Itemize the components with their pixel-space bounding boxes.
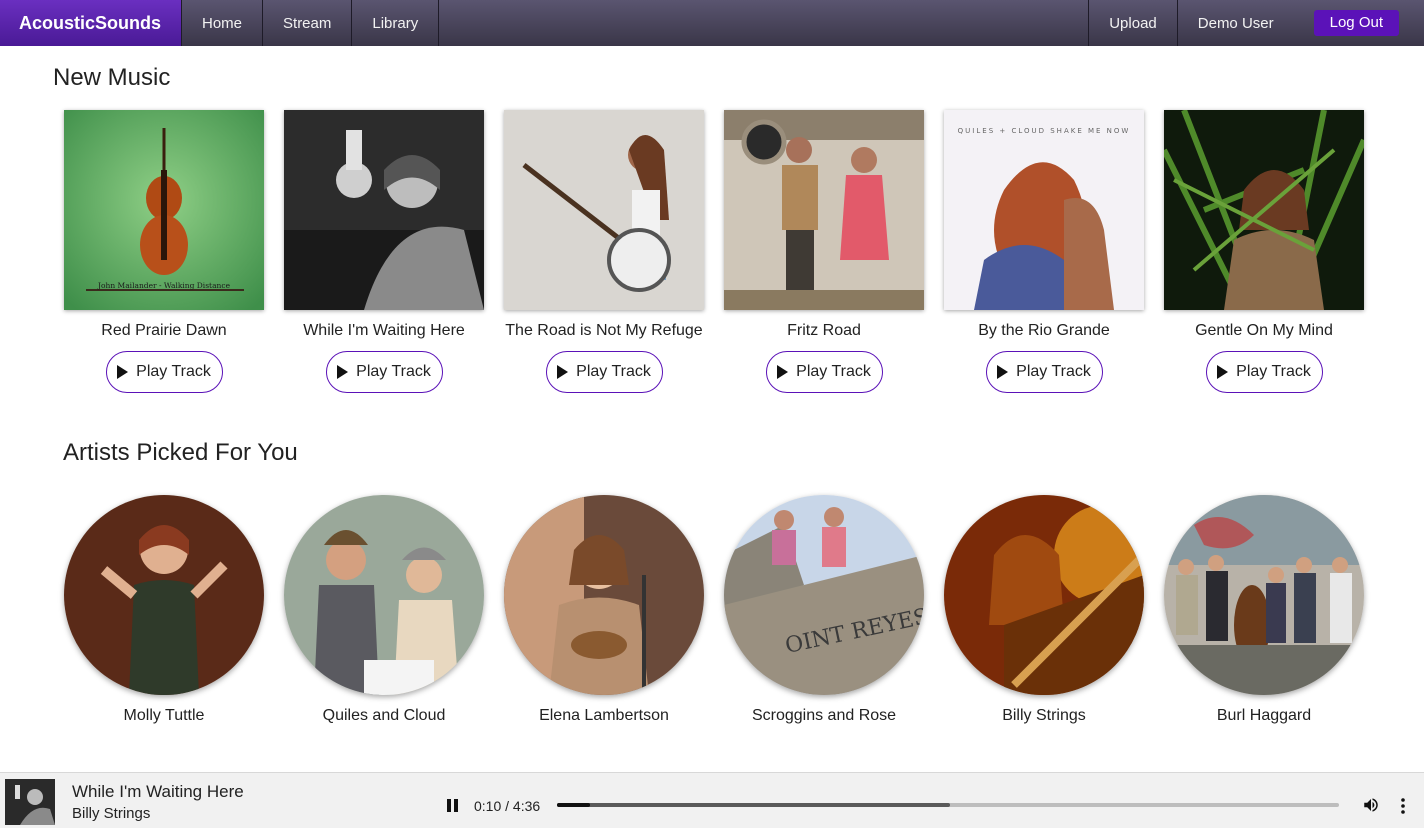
artist-card: Quiles and Cloud: [284, 495, 484, 725]
play-icon: [557, 365, 569, 379]
play-icon: [777, 365, 789, 379]
play-track-button[interactable]: Play Track: [985, 351, 1103, 393]
track-cover[interactable]: [504, 110, 704, 310]
track-title[interactable]: Fritz Road: [787, 322, 861, 340]
logout-button[interactable]: Log Out: [1313, 10, 1399, 36]
play-icon: [117, 365, 129, 379]
cover-text: QUILES + CLOUD SHAKE ME NOW: [958, 127, 1131, 135]
artist-avatar[interactable]: [284, 495, 484, 695]
artist-avatar[interactable]: [1164, 495, 1364, 695]
artists-heading: Artists Picked For You: [63, 439, 298, 466]
play-track-button[interactable]: Play Track: [765, 351, 883, 393]
track-title[interactable]: Gentle On My Mind: [1195, 322, 1333, 340]
play-icon: [997, 365, 1009, 379]
track-cover[interactable]: [1164, 110, 1364, 310]
new-music-heading: New Music: [53, 64, 171, 91]
artist-name[interactable]: Quiles and Cloud: [323, 707, 446, 725]
track-title[interactable]: While I'm Waiting Here: [303, 322, 465, 340]
play-icon: [337, 365, 349, 379]
artist-card: Elena Lambertson: [504, 495, 704, 725]
track-title[interactable]: By the Rio Grande: [978, 322, 1110, 340]
artist-avatar[interactable]: [504, 495, 704, 695]
artist-name[interactable]: Burl Haggard: [1217, 707, 1311, 725]
artist-avatar[interactable]: OINT REYES: [724, 495, 924, 695]
play-icon: [1217, 365, 1229, 379]
nav-user[interactable]: Demo User: [1178, 0, 1294, 46]
pause-icon[interactable]: [447, 799, 459, 812]
track-card: John Mailander - Walking Distance Red Pr…: [64, 110, 264, 393]
more-vert-icon[interactable]: [1398, 797, 1408, 815]
nav-spacer: [439, 0, 1090, 46]
play-track-label: Play Track: [1236, 363, 1311, 380]
top-nav: AcousticSounds Home Stream Library Uploa…: [0, 0, 1424, 46]
artist-name[interactable]: Billy Strings: [1002, 707, 1086, 725]
progress-bar[interactable]: [557, 803, 1339, 807]
artist-name[interactable]: Elena Lambertson: [539, 707, 669, 725]
track-card: The Road is Not My Refuge Play Track: [504, 110, 704, 393]
artist-name[interactable]: Scroggins and Rose: [752, 707, 896, 725]
track-card: QUILES + CLOUD SHAKE ME NOW By the Rio G…: [944, 110, 1144, 393]
nav-home[interactable]: Home: [182, 0, 264, 46]
now-playing-title: While I'm Waiting Here: [72, 782, 244, 801]
play-track-label: Play Track: [1016, 363, 1091, 380]
artist-avatar[interactable]: [944, 495, 1144, 695]
cover-text: John Mailander - Walking Distance: [97, 281, 231, 290]
track-title[interactable]: The Road is Not My Refuge: [505, 322, 702, 340]
brand-logo[interactable]: AcousticSounds: [0, 0, 182, 46]
nav-stream[interactable]: Stream: [263, 0, 353, 46]
artist-list: Molly Tuttle Quiles and Cloud Elena Lamb…: [64, 495, 1364, 725]
playback-time: 0:10 / 4:36: [474, 798, 541, 814]
play-track-label: Play Track: [136, 363, 211, 380]
progress-buffered: [557, 803, 951, 807]
track-cover[interactable]: QUILES + CLOUD SHAKE ME NOW: [944, 110, 1144, 310]
track-cover[interactable]: [724, 110, 924, 310]
track-cover[interactable]: John Mailander - Walking Distance: [64, 110, 264, 310]
progress-played: [557, 803, 590, 807]
track-card: While I'm Waiting Here Play Track: [284, 110, 484, 393]
artist-name[interactable]: Molly Tuttle: [124, 707, 205, 725]
now-playing-artist: Billy Strings: [72, 805, 151, 822]
track-card: Fritz Road Play Track: [724, 110, 924, 393]
new-music-list: John Mailander - Walking Distance Red Pr…: [64, 110, 1364, 393]
logout-wrap: Log Out: [1294, 0, 1424, 46]
track-cover[interactable]: [284, 110, 484, 310]
play-track-button[interactable]: Play Track: [1205, 351, 1323, 393]
artist-card: Molly Tuttle: [64, 495, 264, 725]
play-track-button[interactable]: Play Track: [105, 351, 223, 393]
now-playing-thumbnail[interactable]: [5, 779, 55, 825]
play-track-label: Play Track: [576, 363, 651, 380]
artist-card: Billy Strings: [944, 495, 1144, 725]
volume-icon[interactable]: [1362, 796, 1380, 814]
audio-player-bar: While I'm Waiting Here Billy Strings 0:1…: [0, 772, 1424, 828]
artist-card: OINT REYES Scroggins and Rose: [724, 495, 924, 725]
track-title[interactable]: Red Prairie Dawn: [101, 322, 226, 340]
play-track-label: Play Track: [796, 363, 871, 380]
play-track-button[interactable]: Play Track: [325, 351, 443, 393]
nav-library[interactable]: Library: [352, 0, 440, 46]
play-track-button[interactable]: Play Track: [545, 351, 663, 393]
artist-card: Burl Haggard: [1164, 495, 1364, 725]
artist-avatar[interactable]: [64, 495, 264, 695]
nav-upload[interactable]: Upload: [1089, 0, 1178, 46]
play-track-label: Play Track: [356, 363, 431, 380]
track-card: Gentle On My Mind Play Track: [1164, 110, 1364, 393]
